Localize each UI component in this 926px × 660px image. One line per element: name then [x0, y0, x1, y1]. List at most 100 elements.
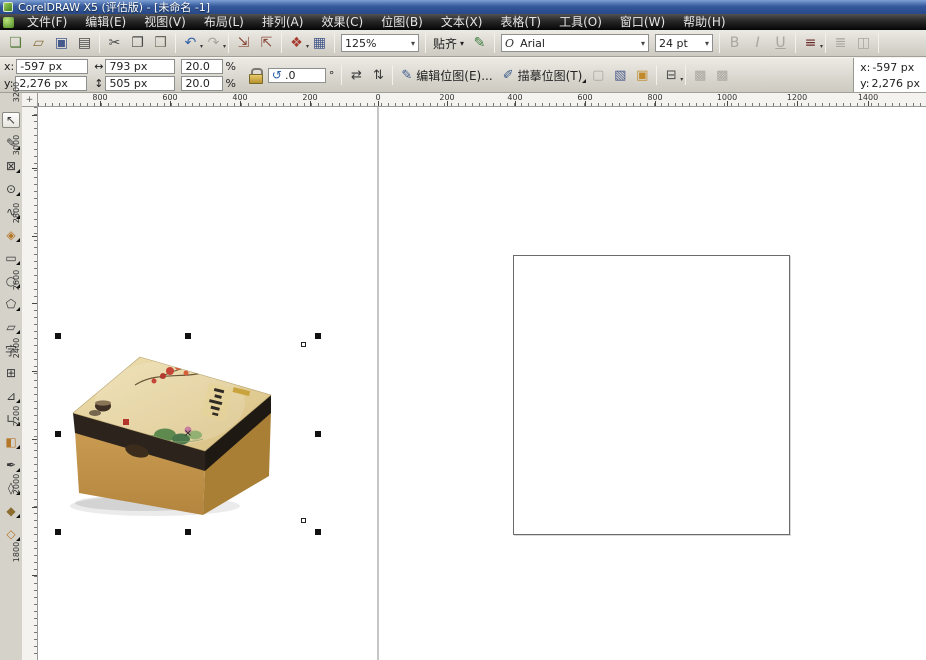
selection-handle[interactable]	[55, 333, 61, 339]
chevron-down-icon[interactable]: ▾	[641, 39, 645, 48]
cursor-x-value: -597 px	[872, 61, 914, 74]
menu-item[interactable]: 文件(F)	[18, 14, 76, 30]
title-bar[interactable]: CorelDRAW X5 (评估版) - [未命名 -1]	[0, 0, 926, 14]
zoom-level-combo[interactable]: 125% ▾	[341, 34, 419, 52]
mirror-vertical-button[interactable]: ⇅	[367, 64, 389, 86]
welcome-screen-button[interactable]: ▦	[308, 32, 331, 54]
menu-item[interactable]: 布局(L)	[195, 14, 253, 30]
selection-mini-handle[interactable]	[301, 342, 306, 347]
font-size-combo[interactable]: 24 pt ▾	[655, 34, 713, 52]
menu-item[interactable]: 排列(A)	[253, 14, 313, 30]
edit-bitmap-button[interactable]: ✎ 编辑位图(E)...	[396, 64, 497, 86]
scale-v-field[interactable]: 20.0	[181, 76, 223, 91]
polygon-tool[interactable]: ⬠	[2, 296, 20, 312]
underline-button[interactable]: U	[769, 32, 792, 54]
selection-handle[interactable]	[55, 431, 61, 437]
font-name-value: Arial	[520, 37, 637, 50]
object-width-field[interactable]: 793 px	[105, 59, 175, 74]
chevron-down-icon[interactable]: ▾	[411, 39, 415, 48]
selection-handle[interactable]	[315, 431, 321, 437]
separator	[656, 65, 657, 85]
menu-item[interactable]: 编辑(E)	[76, 14, 135, 30]
undo-button[interactable]: ↶	[179, 32, 202, 54]
separator	[175, 33, 176, 53]
text-alignment-button[interactable]: ≡	[799, 32, 822, 54]
separator	[228, 33, 229, 53]
zoom-level-value: 125%	[345, 37, 407, 50]
ruler-label: 1400	[833, 93, 903, 106]
bold-button[interactable]: B	[723, 32, 746, 54]
zoom-tool[interactable]: ⊙	[2, 181, 20, 197]
font-list-combo[interactable]: O Arial ▾	[501, 34, 649, 52]
chevron-down-icon[interactable]: ▾	[705, 39, 709, 48]
to-front-button[interactable]: ▩	[689, 64, 711, 86]
separator	[281, 33, 282, 53]
fill-tool[interactable]: ◆	[2, 503, 20, 519]
menu-item[interactable]: 窗口(W)	[611, 14, 674, 30]
property-bar: x: -597 px y: 2,276 px ↔ 793 px ↕ 505 px…	[0, 57, 926, 93]
mirror-horizontal-button[interactable]: ⇄	[345, 64, 367, 86]
drop-cap-button[interactable]: ◫	[852, 32, 875, 54]
ruler-label: 2000	[22, 490, 37, 524]
coreldraw-logo-icon	[3, 2, 13, 12]
menu-item[interactable]: 帮助(H)	[674, 14, 734, 30]
ruler-label: 200	[412, 93, 482, 106]
new-document-button[interactable]: ❏	[4, 32, 27, 54]
bitmap-color-mask-button[interactable]: ▣	[631, 64, 653, 86]
scale-h-field[interactable]: 20.0	[181, 59, 223, 74]
italic-button[interactable]: I	[746, 32, 769, 54]
export-button[interactable]: ⇱	[255, 32, 278, 54]
bullet-list-button[interactable]: ≣	[829, 32, 852, 54]
separator	[494, 33, 495, 53]
print-button[interactable]: ▤	[73, 32, 96, 54]
page-border-rect[interactable]	[513, 255, 790, 535]
application-launcher-button[interactable]: ❖	[285, 32, 308, 54]
rotation-angle-field[interactable]: ↺.0	[268, 68, 326, 83]
ruler-label: 1800	[22, 558, 37, 592]
menu-item[interactable]: 效果(C)	[312, 14, 372, 30]
drawing-canvas[interactable]: ×	[38, 107, 926, 660]
to-back-button[interactable]: ▩	[711, 64, 733, 86]
toolbox: ↖✎⊠⊙∿◈▭○⬠▱字⊞⊿∟◧✒◊◆◇	[0, 93, 22, 660]
lock-ratio-icon[interactable]	[248, 67, 262, 83]
horizontal-ruler[interactable]: 8006004002000200400600800100012001400	[38, 93, 926, 107]
menu-item[interactable]: 文本(X)	[432, 14, 492, 30]
wrap-text-button[interactable]: ⊟	[660, 64, 682, 86]
snap-to-dropdown[interactable]: 贴齐 ▾	[429, 33, 468, 53]
selection-handle[interactable]	[185, 529, 191, 535]
menu-item[interactable]: 位图(B)	[372, 14, 432, 30]
open-button[interactable]: ▱	[27, 32, 50, 54]
resample-bitmap-button[interactable]: ▢	[587, 64, 609, 86]
menu-item[interactable]: 工具(O)	[550, 14, 611, 30]
table-tool[interactable]: ⊞	[2, 365, 20, 381]
window-title: CorelDRAW X5 (评估版) - [未命名 -1]	[18, 0, 210, 14]
straighten-bitmap-button[interactable]: ▧	[609, 64, 631, 86]
x-position-field[interactable]: -597 px	[16, 59, 88, 74]
vertical-ruler[interactable]: 32003000280026002400220020001800	[22, 107, 38, 660]
object-height-field[interactable]: 505 px	[105, 76, 175, 91]
ruler-label: 600	[135, 93, 205, 106]
ruler-label: 200	[275, 93, 345, 106]
selection-handle[interactable]	[55, 529, 61, 535]
menu-item[interactable]: 表格(T)	[491, 14, 550, 30]
selection-handle[interactable]	[185, 333, 191, 339]
y-position-field[interactable]: 2,276 px	[15, 76, 87, 91]
copy-button[interactable]: ❐	[126, 32, 149, 54]
pick-tool[interactable]: ↖	[2, 112, 20, 128]
selection-handle[interactable]	[315, 529, 321, 535]
menu-item[interactable]: 视图(V)	[135, 14, 195, 30]
selection-handle[interactable]	[315, 333, 321, 339]
import-button[interactable]: ⇲	[232, 32, 255, 54]
redo-button[interactable]: ↷	[202, 32, 225, 54]
chevron-down-icon[interactable]: ▾	[460, 39, 464, 48]
font-preview-icon: O	[505, 37, 514, 50]
save-button[interactable]: ▣	[50, 32, 73, 54]
vertical-guideline[interactable]	[377, 107, 379, 660]
selection-mini-handle[interactable]	[301, 518, 306, 523]
options-button[interactable]: ✎	[468, 32, 491, 54]
cut-button[interactable]: ✂	[103, 32, 126, 54]
trace-bitmap-button[interactable]: ✐ 描摹位图(T)	[498, 64, 588, 86]
paste-button[interactable]: ❒	[149, 32, 172, 54]
separator	[341, 65, 342, 85]
blend-tool[interactable]: ◧	[2, 434, 20, 450]
